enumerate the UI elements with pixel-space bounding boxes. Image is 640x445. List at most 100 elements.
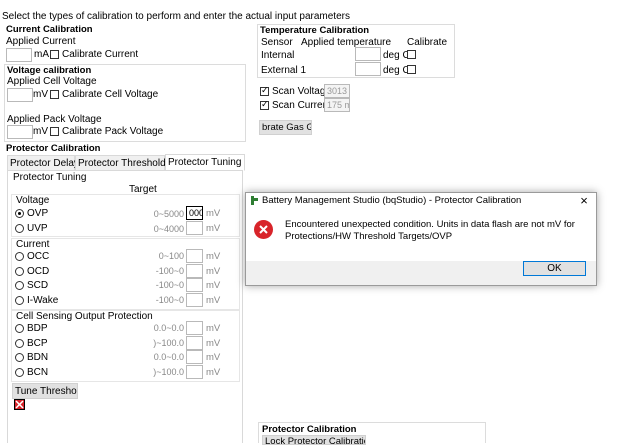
bdn-label: BDN [27, 352, 49, 363]
bdn-unit: mV [206, 352, 221, 363]
voltage-calibration-title: Voltage calibration [7, 65, 92, 76]
scd-label: SCD [27, 280, 49, 291]
cell-voltage-unit: mV [33, 89, 48, 100]
internal-temperature-unit: deg C [383, 50, 410, 61]
calibrate-pack-voltage-label: Calibrate Pack Voltage [62, 126, 164, 137]
scan-current-value: 175 mA [324, 98, 350, 112]
ovp-radio[interactable] [15, 209, 24, 218]
uvp-label: UVP [27, 223, 48, 234]
occ-target-input[interactable] [186, 249, 203, 263]
error-status-icon [14, 399, 25, 410]
occ-label: OCC [27, 251, 50, 262]
dialog-title: Battery Management Studio (bqStudio) - P… [262, 195, 522, 206]
tab-protector-delay[interactable]: Protector Delay [7, 155, 79, 171]
ovp-target-input[interactable]: 000 [186, 206, 203, 220]
current-calibration-group: Current Calibration Applied Current mA C… [4, 24, 244, 62]
scd-range: -100~0 [155, 280, 184, 290]
uvp-target-input[interactable] [186, 221, 203, 235]
ocd-label: OCD [27, 266, 50, 277]
scan-voltage-checkbox[interactable] [260, 85, 269, 96]
scd-unit: mV [206, 280, 221, 291]
calibrate-gas-gauge-button[interactable]: brate Gas Gau [259, 120, 312, 135]
tab-protector-tuning[interactable]: Protector Tuning [165, 154, 245, 171]
ocd-target-input[interactable] [186, 264, 203, 278]
ocd-radio[interactable] [15, 267, 24, 276]
app-logo-icon [250, 195, 259, 206]
occ-range: 0~100 [158, 251, 184, 261]
iwake-range: -100~0 [155, 295, 184, 305]
occ-unit: mV [206, 251, 221, 262]
bcp-range: )~100.0 [153, 338, 184, 348]
scan-current-label: Scan Current [272, 100, 331, 111]
current-group: Current OCC 0~100 mV OCD -100~0 mV SCD -… [11, 238, 240, 310]
protector-calibration-bottom-title: Protector Calibration [262, 424, 357, 435]
temperature-calibration-title: Temperature Calibration [260, 25, 370, 36]
calibrate-current-checkbox[interactable] [50, 50, 59, 59]
calibrate-pack-voltage-checkbox[interactable] [50, 127, 59, 136]
applied-current-label: Applied Current [6, 36, 76, 47]
bdp-label: BDP [27, 323, 48, 334]
iwake-target-input[interactable] [186, 293, 203, 307]
applied-current-unit: mA [34, 49, 49, 60]
occ-radio[interactable] [15, 252, 24, 261]
scd-target-input[interactable] [186, 278, 203, 292]
scan-voltage-value: 3013 mV [324, 84, 350, 98]
calibrate-cell-voltage-checkbox[interactable] [50, 90, 59, 99]
bdn-range: 0.0~0.0 [153, 352, 184, 362]
bcn-label: BCN [27, 367, 49, 378]
scd-radio[interactable] [15, 281, 24, 290]
uvp-radio[interactable] [15, 224, 24, 233]
calibrate-column-header: Calibrate [407, 37, 448, 48]
bcp-unit: mV [206, 338, 221, 349]
bcn-unit: mV [206, 367, 221, 378]
applied-cell-voltage-label: Applied Cell Voltage [7, 76, 97, 87]
calibrate-current-label: Calibrate Current [62, 49, 139, 60]
scan-current-checkbox[interactable] [260, 99, 269, 110]
applied-current-input[interactable] [6, 48, 32, 62]
bdp-unit: mV [206, 323, 221, 334]
ocd-unit: mV [206, 266, 221, 277]
bdn-radio[interactable] [15, 353, 24, 362]
calibrate-internal-checkbox[interactable] [407, 50, 416, 59]
bdp-radio[interactable] [15, 324, 24, 333]
ovp-label: OVP [27, 208, 49, 219]
cell-sensing-group-title: Cell Sensing Output Protection [16, 311, 153, 322]
voltage-group: Voltage OVP 0~5000 000 mV UVP 0~4000 mV [11, 194, 240, 237]
sensor-internal-label: Internal [261, 50, 295, 61]
ok-button[interactable]: OK [523, 261, 586, 276]
applied-cell-voltage-input[interactable] [7, 88, 33, 102]
pack-voltage-unit: mV [33, 126, 48, 137]
instructions-text: Select the types of calibration to perfo… [2, 11, 350, 22]
protector-tuning-title: Protector Tuning [13, 172, 87, 183]
iwake-radio[interactable] [15, 296, 24, 305]
bcp-radio[interactable] [15, 339, 24, 348]
temperature-calibration-group: Temperature Calibration Sensor Applied t… [257, 24, 455, 78]
applied-pack-voltage-label: Applied Pack Voltage [7, 114, 102, 125]
bcn-range: )~100.0 [153, 367, 184, 377]
uvp-unit: mV [206, 223, 221, 234]
sensor-column-header: Sensor [261, 37, 293, 48]
bdp-target-input[interactable] [186, 321, 203, 335]
ovp-range: 0~5000 [153, 209, 184, 219]
error-icon [254, 220, 273, 239]
bdn-target-input[interactable] [186, 350, 203, 364]
tab-protector-threshold[interactable]: Protector Threshold [75, 155, 166, 171]
protector-calibration-title: Protector Calibration [6, 143, 101, 154]
dialog-message-line2: Protections/HW Threshold Targets/OVP [285, 231, 453, 242]
ovp-unit: mV [206, 208, 221, 219]
internal-temperature-input[interactable] [355, 47, 381, 61]
applied-pack-voltage-input[interactable] [7, 125, 33, 139]
external1-temperature-input[interactable] [355, 62, 381, 76]
tune-threshold-button[interactable]: Tune Threshold [12, 383, 78, 399]
protector-tuning-panel: Protector Tuning Target Voltage OVP 0~50… [7, 170, 243, 443]
iwake-label: I-Wake [27, 295, 59, 306]
bcn-radio[interactable] [15, 368, 24, 377]
lock-protector-calibration-button[interactable]: Lock Protector Calibration [262, 435, 366, 445]
close-icon[interactable]: × [574, 193, 594, 209]
current-calibration-title: Current Calibration [6, 24, 93, 35]
iwake-unit: mV [206, 295, 221, 306]
bcp-target-input[interactable] [186, 336, 203, 350]
bcp-label: BCP [27, 338, 48, 349]
calibrate-external1-checkbox[interactable] [407, 65, 416, 74]
bcn-target-input[interactable] [186, 365, 203, 379]
